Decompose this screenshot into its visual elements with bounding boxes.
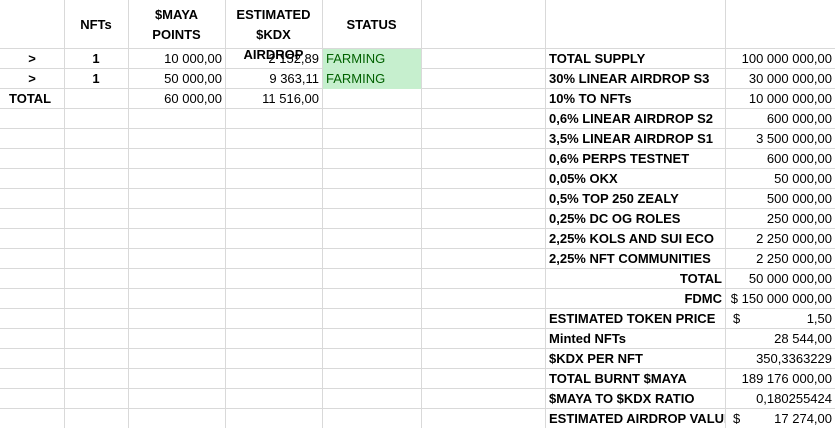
stat-value[interactable]: 600 000,00 [726, 109, 835, 129]
stat-value[interactable]: 600 000,00 [726, 149, 835, 169]
stats-total-value[interactable]: 50 000 000,00 [726, 269, 835, 289]
stat-value[interactable]: 2 250 000,00 [726, 249, 835, 269]
fdmc-label[interactable]: FDMC [546, 289, 725, 309]
stat-label[interactable]: 3,5% LINEAR AIRDROP S1 [546, 129, 725, 149]
header-status[interactable]: STATUS [322, 15, 421, 35]
extra-value[interactable]: 189 176 000,00 [726, 369, 835, 389]
extra-label[interactable]: ESTIMATED AIRDROP VALUE [546, 409, 725, 429]
stat-label[interactable]: 0,05% OKX [546, 169, 725, 189]
total-airdrop-cell[interactable]: 11 516,00 [225, 89, 322, 109]
extra-label[interactable]: $MAYA TO $KDX RATIO [546, 389, 725, 409]
header-nfts[interactable]: NFTs [64, 15, 128, 35]
stat-value[interactable]: 30 000 000,00 [726, 69, 835, 89]
stat-value[interactable]: 10 000 000,00 [726, 89, 835, 109]
stat-label[interactable]: 2,25% NFT COMMUNITIES [546, 249, 725, 269]
extra-label[interactable]: Minted NFTs [546, 329, 725, 349]
stat-label[interactable]: 0,6% LINEAR AIRDROP S2 [546, 109, 725, 129]
stat-value[interactable]: 3 500 000,00 [726, 129, 835, 149]
stat-value[interactable]: 500 000,00 [726, 189, 835, 209]
stat-label[interactable]: 10% TO NFTs [546, 89, 725, 109]
row-points-cell[interactable]: 50 000,00 [128, 69, 225, 89]
stat-value[interactable]: 50 000,00 [726, 169, 835, 189]
stat-label[interactable]: 0,5% TOP 250 ZEALY [546, 189, 725, 209]
header-maya-points-line2[interactable]: POINTS [128, 25, 225, 45]
header-maya-points-line1[interactable]: $MAYA [128, 5, 225, 25]
fdmc-value[interactable]: $ 150 000 000,00 [726, 289, 835, 309]
row-nfts-cell[interactable]: 1 [64, 69, 128, 89]
row-expand-arrow[interactable]: > [0, 49, 64, 69]
column-divider [421, 0, 422, 428]
extra-value[interactable]: 28 544,00 [726, 329, 835, 349]
stats-total-label[interactable]: TOTAL [546, 269, 725, 289]
row-expand-arrow[interactable]: > [0, 69, 64, 89]
extra-label[interactable]: $KDX PER NFT [546, 349, 725, 369]
extra-value[interactable]: 0,180255424 [726, 389, 835, 409]
extra-value[interactable]: 1,50 [726, 309, 835, 329]
total-label[interactable]: TOTAL [9, 89, 69, 109]
row-airdrop-cell[interactable]: 9 363,11 [225, 69, 322, 89]
extra-value[interactable]: 350,3363229 [726, 349, 835, 369]
row-status-badge[interactable]: FARMING [323, 69, 421, 89]
row-points-cell[interactable]: 10 000,00 [128, 49, 225, 69]
extra-value[interactable]: 17 274,00 [726, 409, 835, 429]
stat-label[interactable]: 0,6% PERPS TESTNET [546, 149, 725, 169]
row-nfts-cell[interactable]: 1 [64, 49, 128, 69]
stat-value[interactable]: 250 000,00 [726, 209, 835, 229]
extra-label[interactable]: TOTAL BURNT $MAYA [546, 369, 725, 389]
header-estimated-line1[interactable]: ESTIMATED [225, 5, 322, 25]
total-points-cell[interactable]: 60 000,00 [128, 89, 225, 109]
stat-value[interactable]: 2 250 000,00 [726, 229, 835, 249]
stat-label[interactable]: TOTAL SUPPLY [546, 49, 725, 69]
row-status-badge[interactable]: FARMING [323, 49, 421, 69]
stat-value[interactable]: 100 000 000,00 [726, 49, 835, 69]
row-airdrop-cell[interactable]: 2 152,89 [225, 49, 322, 69]
stat-label[interactable]: 2,25% KOLS AND SUI ECO [546, 229, 725, 249]
stat-label[interactable]: 30% LINEAR AIRDROP S3 [546, 69, 725, 89]
extra-label[interactable]: ESTIMATED TOKEN PRICE [546, 309, 725, 329]
stat-label[interactable]: 0,25% DC OG ROLES [546, 209, 725, 229]
